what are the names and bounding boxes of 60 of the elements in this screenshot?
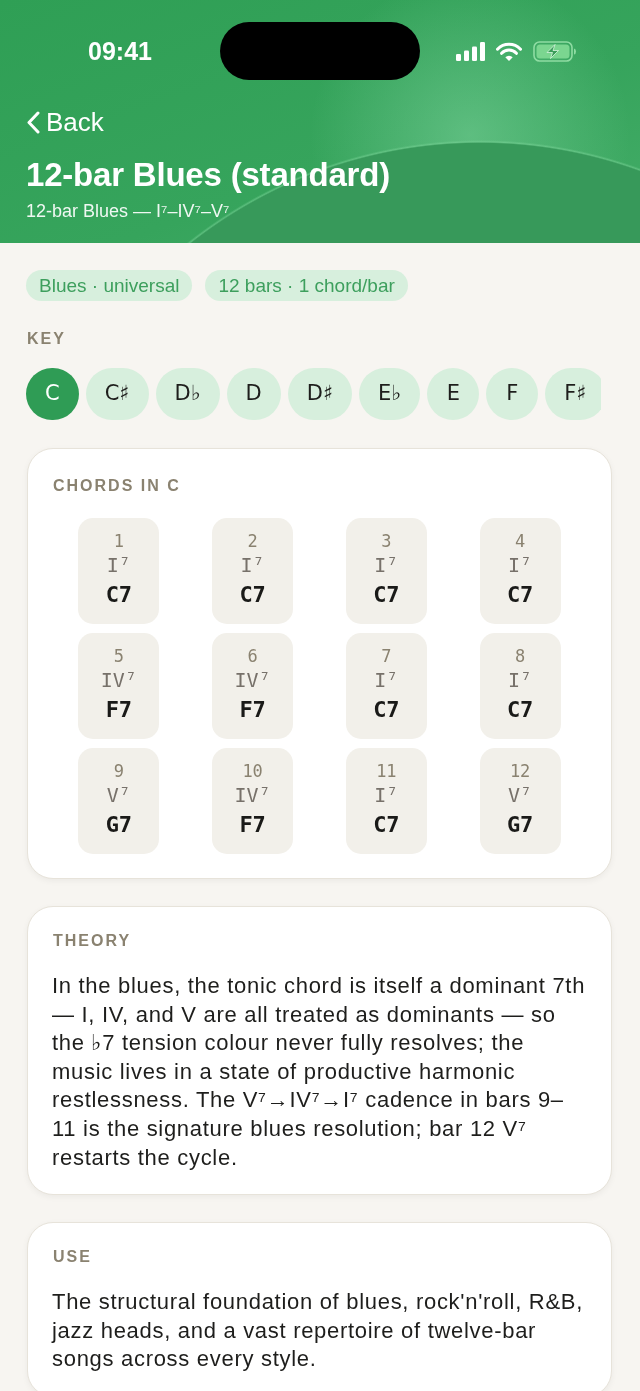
bar-number: 6 (247, 645, 258, 667)
chord-name: C7 (105, 581, 133, 609)
roman-numeral: I⁷ (106, 552, 131, 578)
status-time: 09:41 (87, 36, 153, 66)
category-tag: 12 bars · 1 chord/bar (205, 270, 408, 301)
chord-name: F7 (239, 696, 266, 724)
chords-label: CHORDS IN C (53, 476, 182, 496)
key-chip[interactable]: C (26, 368, 79, 420)
roman-numeral: V⁷ (508, 782, 533, 808)
chord-name: C7 (239, 581, 266, 609)
key-chip[interactable]: E♭ (359, 368, 421, 420)
bar-number: 8 (515, 645, 526, 667)
roman-numeral: I⁷ (374, 552, 399, 578)
bar-number: 5 (113, 645, 124, 667)
roman-numeral: V⁷ (106, 782, 131, 808)
wifi-icon (496, 42, 522, 61)
roman-numeral: IV⁷ (100, 667, 137, 693)
roman-numeral: I⁷ (508, 667, 533, 693)
bar-number: 11 (376, 760, 397, 782)
section-label: THEORY (53, 931, 133, 951)
bar-number: 9 (113, 760, 124, 782)
key-chip[interactable]: D (226, 368, 281, 420)
chevron-left-icon (27, 110, 40, 134)
chord-name: F7 (239, 811, 266, 839)
bar-number: 10 (242, 760, 263, 782)
roman-numeral: I⁷ (374, 782, 399, 808)
section-text: The structural foundation of blues, rock'n'roll, R&B, jazz heads, and a vast repertoire of twelve-bar songs across every style. (52, 1288, 584, 1374)
bar-number: 7 (381, 645, 392, 667)
page-title: 12-bar Blues (standard) (26, 154, 391, 195)
key-label: KEY (27, 329, 67, 349)
key-chip[interactable]: D♯ (287, 368, 353, 420)
bar-number: 2 (247, 530, 258, 552)
roman-numeral: I⁷ (508, 552, 533, 578)
key-chip[interactable]: C♯ (85, 368, 149, 420)
chord-name: C7 (373, 581, 400, 609)
roman-numeral: IV⁷ (234, 782, 271, 808)
bar-number: 12 (509, 760, 531, 782)
chord-name: G7 (105, 811, 133, 839)
page-subtitle: 12-bar Blues — I⁷–IV⁷–V⁷ (26, 199, 231, 223)
chord-name: F7 (105, 696, 133, 724)
bar-number: 1 (113, 530, 124, 552)
key-chip[interactable]: E (427, 368, 480, 420)
signal-icon (456, 42, 485, 61)
bar-number: 4 (515, 530, 526, 552)
category-tag: Blues · universal (26, 270, 193, 301)
section-label: USE (53, 1247, 93, 1268)
battery-charging-icon (533, 41, 577, 62)
key-chip[interactable]: F♯ (545, 368, 601, 420)
key-chip[interactable]: D♭ (155, 368, 220, 420)
chord-name: C7 (506, 581, 534, 609)
roman-numeral: IV⁷ (234, 667, 271, 693)
chord-name: C7 (373, 696, 400, 724)
section-text: In the blues, the tonic chord is itself a dominant 7th — I, IV, and V are all treated as dominants — so the ♭7 tension colour never fully resolves; the music lives in a state of productive harmonic restlessness. The V⁷→IV⁷→I⁷ cadence in bars 9–11 is the signature blues resolution; bar 12 V⁷ restarts the cycle. (52, 972, 587, 1172)
key-chip[interactable]: F (486, 368, 539, 420)
chord-name: C7 (373, 811, 400, 839)
bar-number: 3 (381, 530, 392, 552)
chord-name: G7 (506, 811, 534, 839)
roman-numeral: I⁷ (240, 552, 265, 578)
roman-numeral: I⁷ (374, 667, 399, 693)
chord-name: C7 (506, 696, 534, 724)
